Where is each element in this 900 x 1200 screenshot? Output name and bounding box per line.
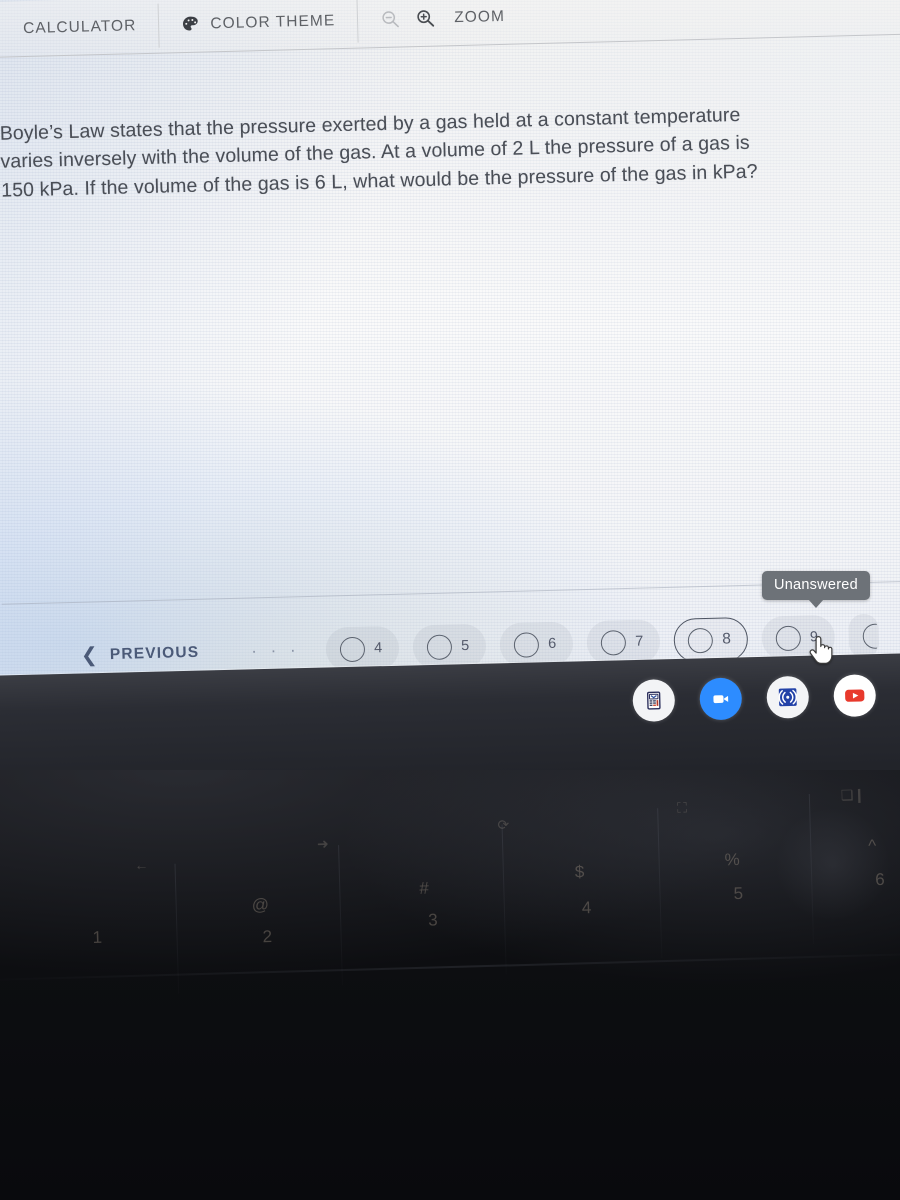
unanswered-circle-icon (426, 633, 453, 660)
key-seam (657, 808, 663, 959)
question-number: 8 (722, 630, 732, 648)
unanswered-circle-icon (600, 629, 627, 656)
calculator-button[interactable]: CALCULATOR (0, 0, 159, 57)
key-row-shade (0, 951, 900, 982)
key-at: @ (251, 895, 270, 915)
key-dollar: $ (574, 862, 585, 882)
zoom-controls: ZOOM (358, 0, 528, 48)
unanswered-circle-icon (513, 631, 540, 658)
key-seam (338, 845, 343, 986)
question-number: 6 (548, 635, 557, 652)
magnifier-plus-icon (417, 10, 435, 27)
hand-pointer-cursor (806, 633, 836, 667)
key-2: 2 (262, 927, 273, 947)
key-4: 4 (581, 898, 592, 918)
previous-label: PREVIOUS (109, 643, 200, 664)
calculator-app-icon[interactable] (632, 679, 676, 723)
palette-icon (181, 15, 200, 34)
zoom-label: ZOOM (454, 7, 506, 26)
key-backspace-arrow: ← (134, 856, 149, 873)
keyboard: ← ➜ ⟳ ⛶ ❏❙ 1 @ 2 # 3 $ 4 % 5 ^ 6 (0, 770, 900, 1200)
zoom-app-icon[interactable] (699, 677, 743, 721)
more-questions-ellipsis[interactable]: · · · (251, 640, 300, 661)
key-windows-icon: ❏❙ (840, 786, 866, 804)
question-number: 7 (635, 633, 644, 650)
color-theme-button[interactable]: COLOR THEME (159, 0, 358, 53)
laptop-photo: CALCULATOR COLOR THEME ZOOM Boyle’s Law … (0, 0, 900, 1200)
zoom-out-button[interactable] (380, 9, 402, 31)
key-refresh-icon: ⟳ (497, 816, 510, 833)
key-fullscreen-icon: ⛶ (676, 799, 688, 816)
youtube-app-icon[interactable] (833, 674, 877, 718)
unanswered-tooltip: Unanswered (762, 571, 870, 608)
key-1: 1 (92, 927, 103, 948)
color-theme-label: COLOR THEME (210, 11, 336, 32)
unanswered-circle-icon (339, 636, 366, 662)
taskbar-dock (632, 674, 877, 723)
key-6: 6 (874, 869, 885, 890)
chevron-left-icon: ❮ (80, 644, 100, 667)
question-number: 4 (373, 640, 383, 657)
question-pill-7[interactable]: 7 (586, 619, 661, 665)
unanswered-circle-icon (775, 625, 802, 651)
unanswered-circle-icon (862, 622, 880, 649)
question-pill-5[interactable]: 5 (412, 623, 487, 670)
key-hash: # (419, 878, 430, 898)
unanswered-circle-icon (688, 627, 714, 653)
question-text: Boyle’s Law states that the pressure exe… (0, 103, 758, 202)
key-seam (501, 824, 507, 975)
key-percent: % (724, 849, 741, 870)
calculator-label: CALCULATOR (22, 16, 137, 37)
key-3: 3 (427, 910, 438, 930)
question-number: 5 (460, 637, 470, 655)
laptop-keyboard-deck: ← ➜ ⟳ ⛶ ❏❙ 1 @ 2 # 3 $ 4 % 5 ^ 6 (0, 770, 900, 1200)
question-pill-10[interactable]: 10 (848, 613, 880, 659)
key-forward-arrow: ➜ (316, 835, 329, 852)
question-pill-6[interactable]: 6 (499, 621, 574, 668)
laptop-screen: CALCULATOR COLOR THEME ZOOM Boyle’s Law … (0, 0, 900, 700)
keyboard-highlight (771, 807, 895, 922)
key-5: 5 (733, 883, 744, 904)
previous-button[interactable]: ❮ PREVIOUS (80, 643, 200, 667)
question-pill-4[interactable]: 4 (325, 625, 400, 672)
question-pill-8-current[interactable]: 8 (673, 616, 749, 663)
zoom-in-button[interactable] (415, 8, 437, 30)
sound-app-icon[interactable] (766, 675, 810, 719)
app-toolbar: CALCULATOR COLOR THEME ZOOM (0, 0, 900, 58)
key-caret: ^ (868, 836, 877, 856)
magnifier-minus-icon (382, 11, 400, 28)
